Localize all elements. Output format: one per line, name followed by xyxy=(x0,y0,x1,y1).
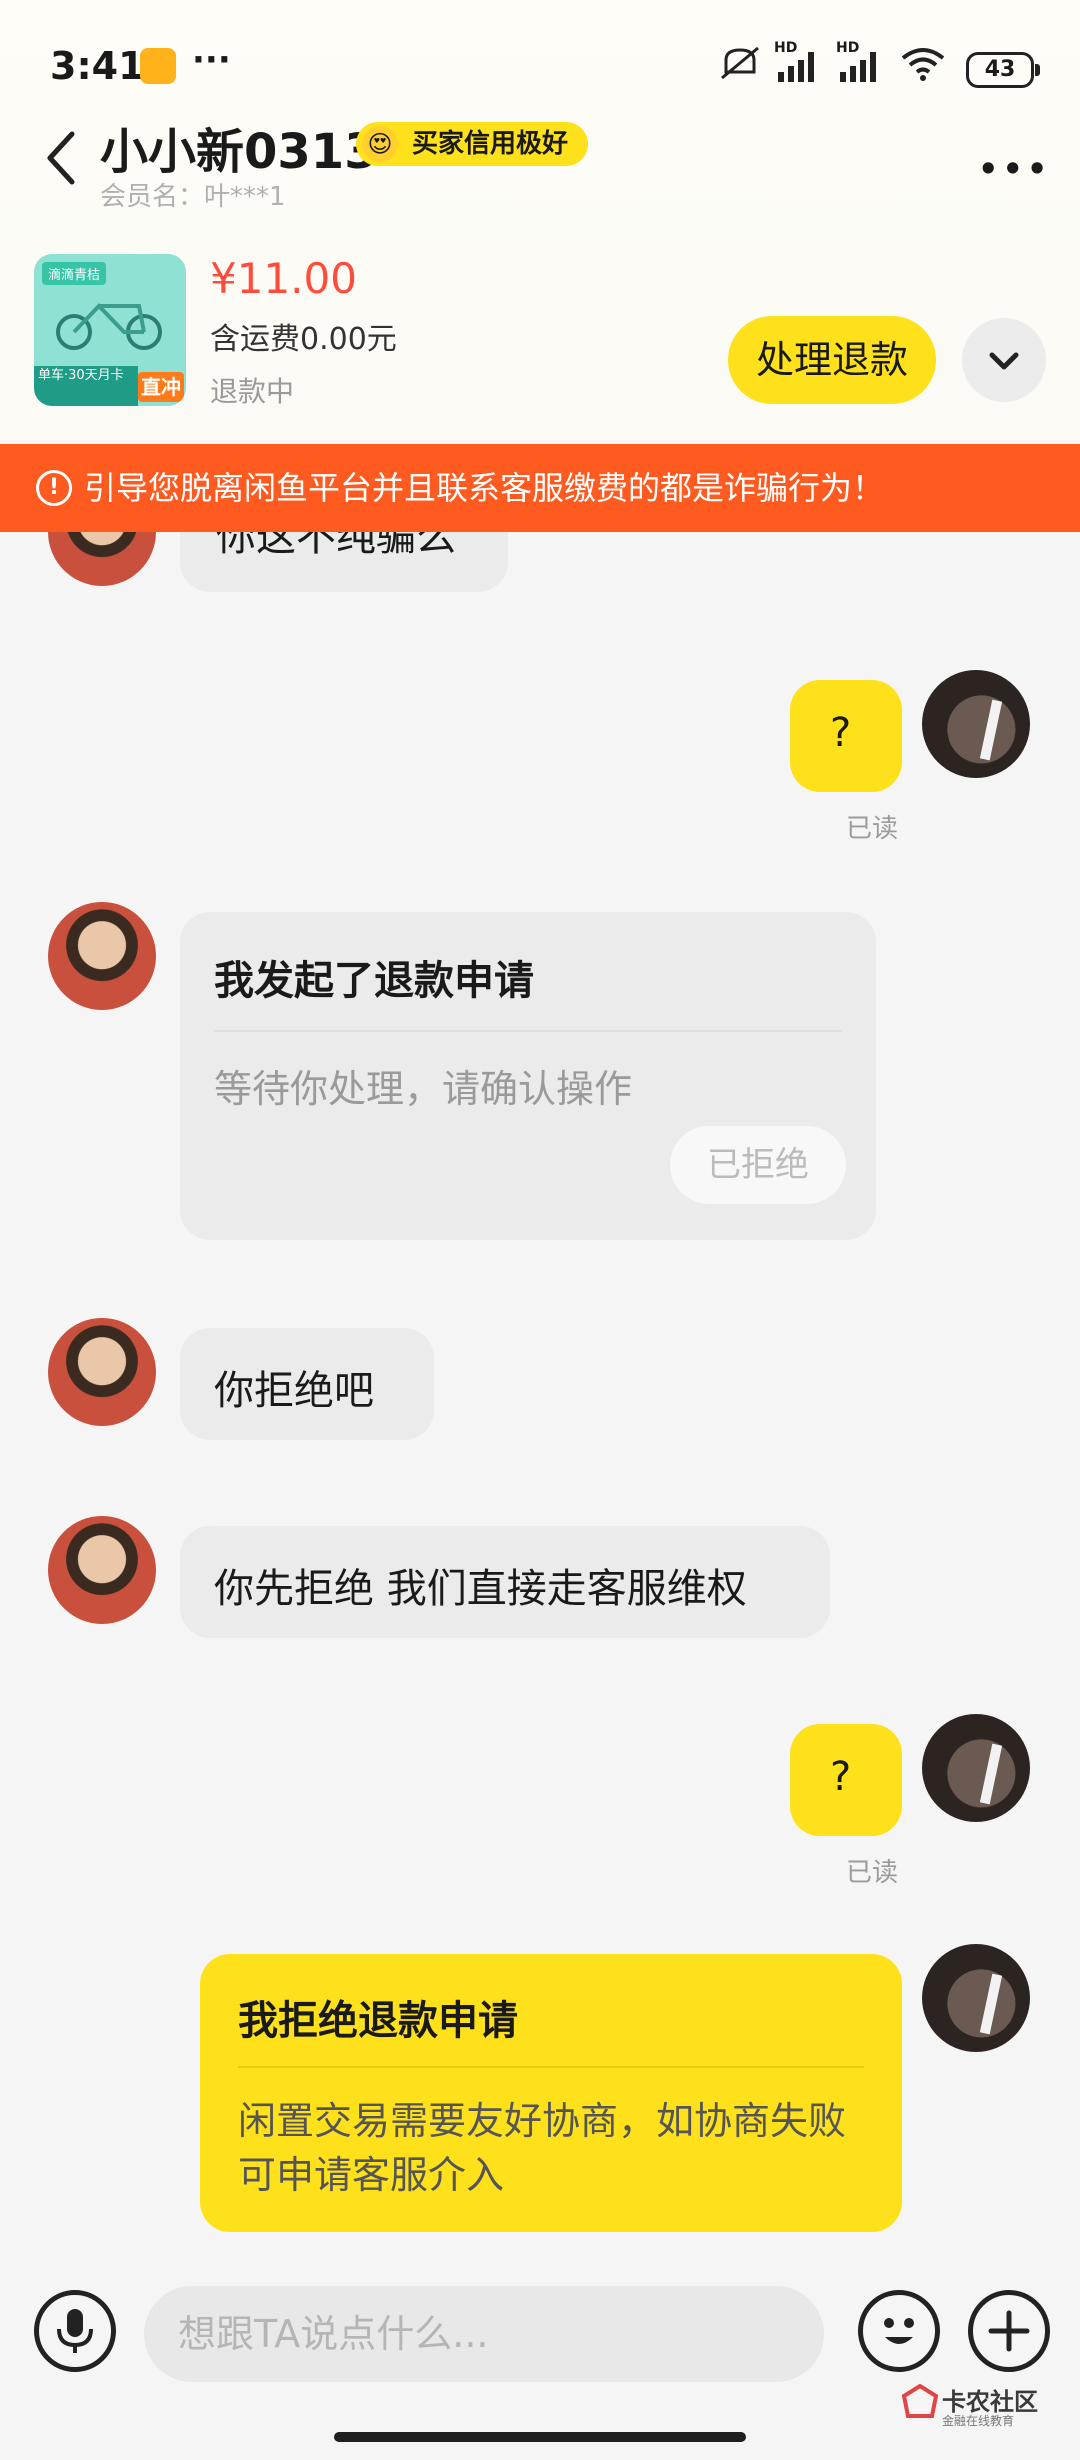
partner-avatar[interactable] xyxy=(48,1516,156,1624)
my-avatar[interactable] xyxy=(922,1944,1030,2052)
emoji-button[interactable] xyxy=(858,2290,940,2372)
credit-badge-label: 买家信用极好 xyxy=(412,129,569,159)
refund-status: 退款中 xyxy=(210,375,295,408)
plus-icon xyxy=(988,2310,1030,2352)
chevron-left-icon xyxy=(47,131,75,185)
status-more-dots: ··· xyxy=(192,40,231,80)
rejected-button[interactable]: 已拒绝 xyxy=(670,1126,846,1204)
message-bubble[interactable]: 你先拒绝 我们直接走客服维权 xyxy=(180,1526,830,1638)
product-price: ¥11.00 xyxy=(210,254,357,303)
signal-icon-2: HD xyxy=(836,40,888,84)
bicycle-icon xyxy=(44,292,176,350)
home-indicator[interactable] xyxy=(334,2432,746,2442)
message-bubble[interactable]: 你这不纯骗么 xyxy=(180,532,508,592)
card-title: 我拒绝退款申请 xyxy=(238,1998,518,2044)
partner-avatar[interactable] xyxy=(48,1318,156,1426)
signal-icon-1: HD xyxy=(774,40,826,84)
smiley-icon xyxy=(884,2318,914,2344)
chat-partner-name: 小小新0313 xyxy=(100,124,378,180)
more-actions-button[interactable] xyxy=(968,2290,1050,2372)
voice-button[interactable] xyxy=(34,2290,116,2372)
smile-emoji-icon: 😍 xyxy=(362,126,398,162)
refund-rejected-card[interactable]: 我拒绝退款申请 闲置交易需要友好协商，如协商失败可申请客服介入 xyxy=(200,1954,902,2232)
app-notification-icon xyxy=(140,48,176,84)
member-name: 会员名：叶***1 xyxy=(100,182,286,212)
my-avatar[interactable] xyxy=(922,670,1030,778)
mute-icon xyxy=(718,46,762,82)
process-refund-button[interactable]: 处理退款 xyxy=(728,316,936,404)
expand-order-button[interactable] xyxy=(962,318,1046,402)
watermark-logo-icon xyxy=(900,2382,940,2422)
chevron-down-icon xyxy=(989,352,1019,370)
partner-avatar[interactable] xyxy=(48,902,156,1010)
credit-badge: 😍 买家信用极好 xyxy=(356,122,589,166)
microphone-icon xyxy=(57,2309,93,2353)
message-bubble[interactable]: 你拒绝吧 xyxy=(180,1328,434,1440)
warning-icon: ! xyxy=(36,470,72,506)
card-divider xyxy=(214,1030,842,1032)
read-receipt: 已读 xyxy=(846,1858,899,1888)
card-description: 闲置交易需要友好协商，如协商失败可申请客服介入 xyxy=(238,2099,847,2197)
message-bubble[interactable]: ? xyxy=(790,680,902,792)
warning-text: 引导您脱离闲鱼平台并且联系客服缴费的都是诈骗行为！ xyxy=(84,469,885,507)
shipping-fee: 含运费0.00元 xyxy=(210,322,397,357)
battery-indicator: 43 xyxy=(966,52,1040,88)
wifi-icon xyxy=(900,46,946,82)
more-options-button[interactable]: ••• xyxy=(978,150,1051,188)
message-input[interactable]: 想跟TA说点什么... xyxy=(144,2286,824,2382)
back-button[interactable] xyxy=(42,128,82,188)
card-divider xyxy=(238,2066,864,2068)
message-bubble[interactable]: ? xyxy=(790,1724,902,1836)
card-title: 我发起了退款申请 xyxy=(214,958,534,1004)
watermark-subtitle: 金融在线教育 xyxy=(942,2414,1015,2428)
fraud-warning-banner: ! 引导您脱离闲鱼平台并且联系客服缴费的都是诈骗行为！ xyxy=(0,444,1080,532)
refund-request-card[interactable]: 我发起了退款申请 等待你处理，请确认操作 已拒绝 xyxy=(180,912,876,1240)
read-receipt: 已读 xyxy=(846,814,899,844)
product-thumbnail[interactable]: 滴滴青桔 单车·30天月卡 直冲 xyxy=(34,254,186,406)
chat-list[interactable]: 你这不纯骗么 ? 已读 我发起了退款申请 等待你处理，请确认操作 已拒绝 你拒绝… xyxy=(0,532,1080,2270)
status-time: 3:41 xyxy=(50,44,145,88)
partner-avatar[interactable] xyxy=(48,532,156,586)
my-avatar[interactable] xyxy=(922,1714,1030,1822)
card-description: 等待你处理，请确认操作 xyxy=(214,1067,633,1111)
